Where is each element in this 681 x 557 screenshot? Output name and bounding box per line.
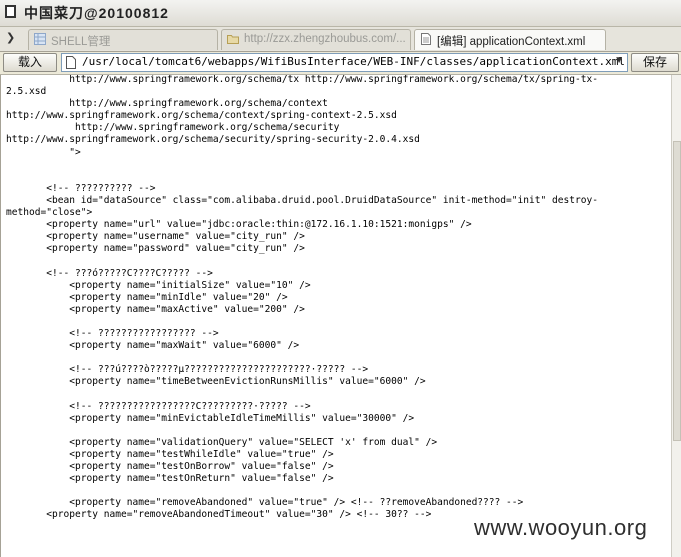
- tab-label: [编辑] applicationContext.xml: [437, 36, 586, 48]
- document-icon: [421, 33, 431, 45]
- file-path-value: /usr/local/tomcat6/webapps/WifiBusInterf…: [82, 55, 626, 68]
- editor-content[interactable]: http://www.springframework.org/schema/tx…: [6, 75, 598, 521]
- chevron-down-icon[interactable]: ❯: [6, 31, 15, 44]
- folder-icon: [227, 35, 239, 44]
- tab-shell-manager[interactable]: SHELL管理: [28, 29, 218, 50]
- file-icon: [66, 56, 76, 69]
- file-path-combobox[interactable]: /usr/local/tomcat6/webapps/WifiBusInterf…: [61, 53, 628, 72]
- vertical-scrollbar[interactable]: [671, 75, 681, 557]
- tab-label: http://zzx.zhengzhoubus.com/...: [244, 33, 406, 45]
- title-bar: 中国菜刀@20100812: [0, 0, 681, 27]
- editor-toolbar: 载入 /usr/local/tomcat6/webapps/WifiBusInt…: [0, 52, 681, 75]
- tab-remote-url[interactable]: http://zzx.zhengzhoubus.com/...: [221, 29, 411, 50]
- load-button[interactable]: 载入: [3, 53, 57, 72]
- tab-bar: ❯ SHELL管理 http://zzx.zhengzhoubus.com/..…: [0, 27, 681, 52]
- window-title: 中国菜刀@20100812: [24, 5, 169, 21]
- save-button[interactable]: 保存: [631, 53, 679, 72]
- watermark: www.wooyun.org: [474, 515, 648, 540]
- tab-edit-file[interactable]: [编辑] applicationContext.xml: [414, 29, 606, 50]
- grid-icon: [34, 33, 46, 45]
- scrollbar-thumb[interactable]: [673, 141, 681, 441]
- chevron-down-icon[interactable]: ▼: [614, 55, 624, 66]
- code-editor[interactable]: http://www.springframework.org/schema/tx…: [0, 75, 672, 557]
- window-icon: [5, 5, 16, 18]
- tab-label: SHELL管理: [51, 36, 111, 48]
